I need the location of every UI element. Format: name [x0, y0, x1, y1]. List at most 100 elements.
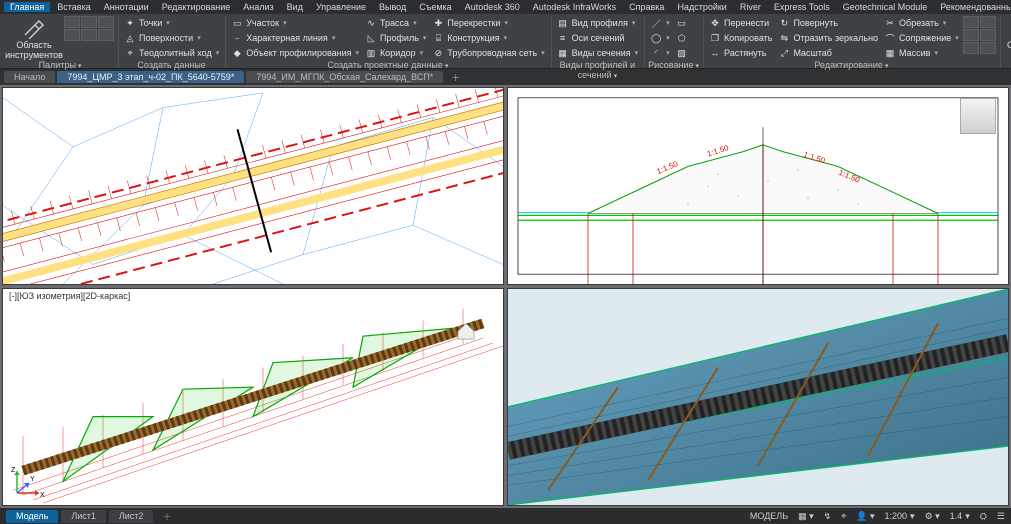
- viewport-top-left[interactable]: [2, 87, 504, 285]
- profileview-icon: ▤: [557, 17, 569, 29]
- alignment-button[interactable]: ∿Трасса▾: [363, 16, 428, 30]
- palette-mini-6[interactable]: [98, 29, 114, 41]
- grading-button[interactable]: ◆Объект профилирования▾: [229, 46, 361, 60]
- edit-mini-3[interactable]: [963, 29, 979, 41]
- ribbon-group-profiles: ▤Вид профиля▾ ≡Оси сечений ▦Виды сечения…: [552, 16, 646, 68]
- copy-button[interactable]: ❐Копировать: [707, 31, 774, 45]
- menu-item-annotations[interactable]: Аннотации: [98, 2, 155, 12]
- scale-button[interactable]: ⤢Масштаб: [776, 46, 880, 60]
- menu-item-infraworks[interactable]: Autodesk InfraWorks: [527, 2, 622, 12]
- profileview-button[interactable]: ▤Вид профиля▾: [555, 16, 641, 30]
- edit-mini-5[interactable]: [963, 42, 979, 54]
- palette-mini-5[interactable]: [81, 29, 97, 41]
- view-cube[interactable]: [960, 98, 996, 134]
- viewport-bottom-left[interactable]: [-][ЮЗ изометрия][2D-каркас]: [2, 288, 504, 506]
- status-people-icon[interactable]: 👤 ▾: [856, 511, 874, 522]
- viewport-top-right[interactable]: 1:1.50 1:1.50 1:1.50 1:1.50: [507, 87, 1009, 285]
- viewport-bottom-right[interactable]: [507, 288, 1009, 506]
- move-button[interactable]: ✥Перенести: [707, 16, 774, 30]
- samplelines-button[interactable]: ≡Оси сечений: [555, 31, 641, 45]
- menu-item-help[interactable]: Справка: [623, 2, 670, 12]
- stretch-icon: ↔: [709, 47, 721, 59]
- ribbon-group-layers: Свойства слоя Слои▾: [1001, 16, 1011, 68]
- layerprops-button[interactable]: Свойства слоя: [1004, 16, 1011, 60]
- edit-mini-4[interactable]: [980, 29, 996, 41]
- ucs-gizmo[interactable]: X Z Y: [9, 463, 47, 501]
- points-button[interactable]: ✦Точки▾: [122, 16, 221, 30]
- ribbon-group-terrain: ✦Точки▾ ◬Поверхности▾ ⌖Теодолитный ход▾ …: [119, 16, 226, 68]
- menu-item-main[interactable]: Главная: [4, 2, 50, 12]
- viewport-bl-label[interactable]: [-][ЮЗ изометрия][2D-каркас]: [7, 291, 132, 301]
- assembly-button[interactable]: ⌸Конструкция▾: [430, 31, 546, 45]
- menu-item-addins[interactable]: Надстройки: [671, 2, 732, 12]
- viewport-bl-drawing: [3, 289, 503, 505]
- featureline-button[interactable]: ⎯Характерная линия▾: [229, 31, 361, 45]
- assembly-icon: ⌸: [432, 32, 444, 44]
- palette-mini-3[interactable]: [98, 16, 114, 28]
- draw-arc-button[interactable]: ◜▾: [648, 46, 672, 60]
- status-snap-icon[interactable]: ⌖: [841, 511, 846, 522]
- array-button[interactable]: ▦Массив▾: [882, 46, 961, 60]
- draw-rect-button[interactable]: ▭: [674, 16, 690, 30]
- menu-item-survey[interactable]: Съемка: [413, 2, 457, 12]
- profile-button[interactable]: ◺Профиль▾: [363, 31, 428, 45]
- draw-hatch-button[interactable]: ▨: [674, 46, 690, 60]
- menu-item-river[interactable]: River: [734, 2, 767, 12]
- doc-tab-2[interactable]: 7994_ИМ_МГПК_Обская_Салехард_ВСП*: [246, 71, 443, 83]
- mirror-button[interactable]: ⇋Отразить зеркально: [776, 31, 880, 45]
- surfaces-button[interactable]: ◬Поверхности▾: [122, 31, 221, 45]
- svg-text:X: X: [40, 492, 45, 499]
- status-menu-icon[interactable]: ☰: [997, 511, 1005, 522]
- ribbon-group-edit: ✥Перенести ❐Копировать ↔Растянуть ↻Повер…: [704, 16, 1001, 68]
- doc-tab-start[interactable]: Начало: [4, 71, 55, 83]
- palette-mini-1[interactable]: [64, 16, 80, 28]
- menu-item-insert[interactable]: Вставка: [51, 2, 96, 12]
- stretch-button[interactable]: ↔Растянуть: [707, 46, 774, 60]
- intersections-button[interactable]: ✚Перекрестки▾: [430, 16, 546, 30]
- arc-icon: ◜: [650, 47, 662, 59]
- traverse-button[interactable]: ⌖Теодолитный ход▾: [122, 46, 221, 60]
- menu-item-geotech[interactable]: Geotechnical Module: [837, 2, 934, 12]
- layout-tab-sheet2[interactable]: Лист2: [109, 510, 154, 523]
- status-settings-icon[interactable]: ⛭: [980, 511, 987, 522]
- trim-button[interactable]: ✂Обрезать▾: [882, 16, 961, 30]
- line-icon: ／: [650, 17, 662, 29]
- menu-item-edit[interactable]: Редактирование: [156, 2, 237, 12]
- pipenetwork-button[interactable]: ⊘Трубопроводная сеть▾: [430, 46, 546, 60]
- status-scale[interactable]: 1:200 ▾: [885, 511, 915, 522]
- parcel-button[interactable]: ▭Участок▾: [229, 16, 361, 30]
- menu-item-analysis[interactable]: Анализ: [237, 2, 279, 12]
- fillet-button[interactable]: ⌒Сопряжение▾: [882, 31, 961, 45]
- layout-tab-add[interactable]: ＋: [156, 510, 177, 523]
- menu-item-express[interactable]: Express Tools: [768, 2, 836, 12]
- status-grid-icon[interactable]: ▦ ▾: [798, 511, 814, 522]
- move-icon: ✥: [709, 17, 721, 29]
- menu-item-a360[interactable]: Autodesk 360: [459, 2, 526, 12]
- edit-mini-1[interactable]: [963, 16, 979, 28]
- doc-tab-active[interactable]: 7994_ЦМР_3 этап_ч-02_ПК_5640-5759*: [57, 71, 244, 83]
- menu-item-view[interactable]: Вид: [281, 2, 309, 12]
- scale-icon: ⤢: [778, 47, 790, 59]
- viewport-tr-drawing: 1:1.50 1:1.50 1:1.50 1:1.50: [508, 88, 1008, 284]
- edit-mini-2[interactable]: [980, 16, 996, 28]
- menu-item-manage[interactable]: Управление: [310, 2, 372, 12]
- draw-line-button[interactable]: ／▾: [648, 16, 672, 30]
- status-gear-icon[interactable]: ⚙ ▾: [925, 511, 940, 522]
- toolspace-button[interactable]: Область инструментов: [6, 16, 62, 60]
- palette-mini-2[interactable]: [81, 16, 97, 28]
- layout-tab-model[interactable]: Модель: [6, 510, 58, 523]
- layout-tab-sheet1[interactable]: Лист1: [61, 510, 106, 523]
- doc-tab-new[interactable]: ＋: [445, 71, 466, 84]
- edit-mini-6[interactable]: [980, 42, 996, 54]
- status-mode[interactable]: МОДЕЛЬ: [750, 511, 788, 521]
- palette-mini-4[interactable]: [64, 29, 80, 41]
- menu-item-recommended[interactable]: Рекомендованные приложения: [934, 2, 1011, 12]
- draw-circle-button[interactable]: ◯▾: [648, 31, 672, 45]
- status-angle[interactable]: 1.4 ▾: [950, 511, 970, 522]
- sectionviews-button[interactable]: ▦Виды сечения▾: [555, 46, 641, 60]
- status-ortho-icon[interactable]: ↯: [824, 511, 832, 522]
- draw-poly-button[interactable]: ⬠: [674, 31, 690, 45]
- rotate-button[interactable]: ↻Повернуть: [776, 16, 880, 30]
- corridor-button[interactable]: ▥Коридор▾: [363, 46, 428, 60]
- menu-item-output[interactable]: Вывод: [373, 2, 412, 12]
